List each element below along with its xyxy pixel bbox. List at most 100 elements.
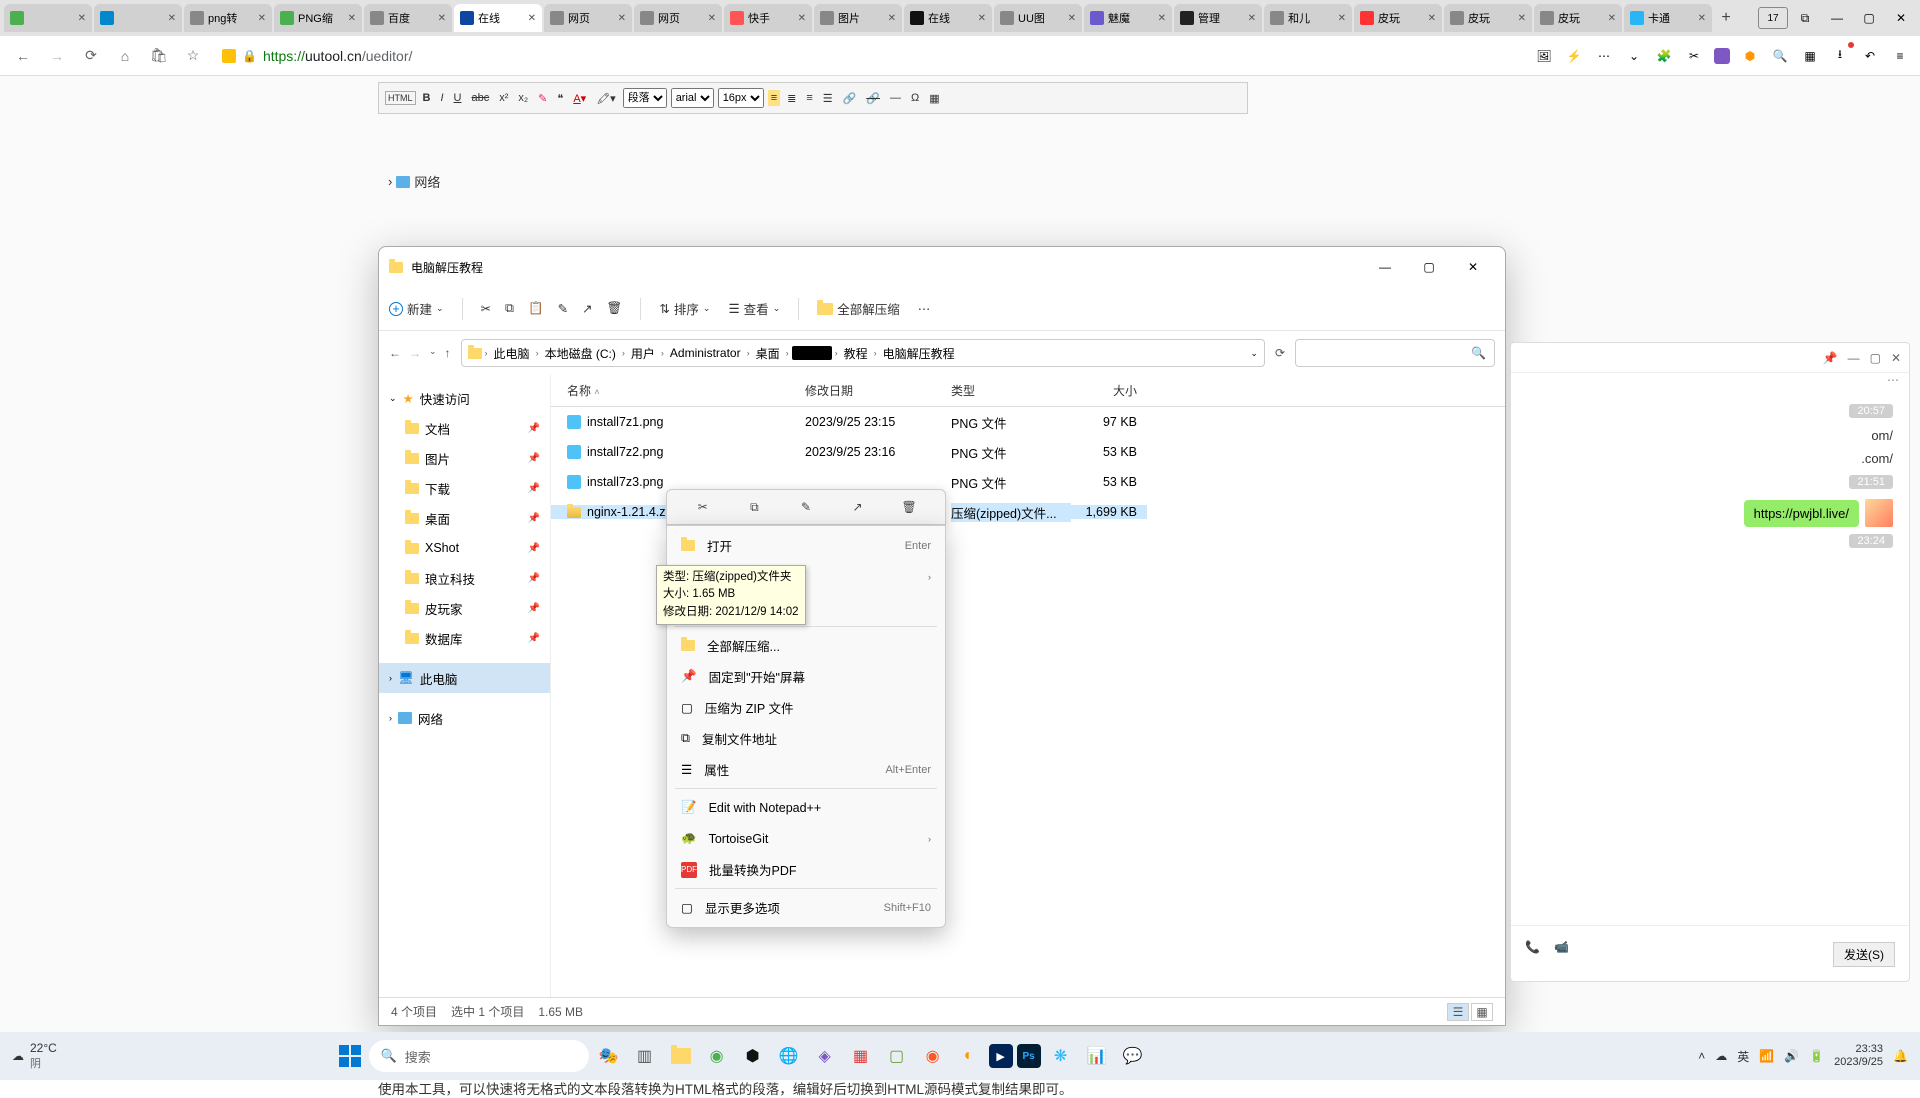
close-tab-icon[interactable]: ✕ — [888, 13, 896, 24]
delete-button[interactable]: 🗑 — [607, 301, 623, 316]
underline-button[interactable]: U — [451, 90, 465, 106]
breadcrumb-segment[interactable]: 电脑解压教程 — [880, 345, 958, 362]
browser-tab[interactable]: 网页✕ — [544, 4, 632, 32]
taskbar-search[interactable]: 🔍搜索 — [369, 1040, 589, 1072]
browser-tab[interactable]: ✕ — [94, 4, 182, 32]
sidebar-item[interactable]: 下载📌 — [379, 473, 550, 503]
sidebar-item[interactable]: XShot📌 — [379, 533, 550, 563]
undo-icon[interactable]: ↶ — [1860, 46, 1880, 66]
breadcrumb-segment[interactable]: 本地磁盘 (C:) — [542, 345, 619, 362]
browser-tab[interactable]: 魅魔✕ — [1084, 4, 1172, 32]
fontcolor-button[interactable]: A▾ — [570, 90, 589, 107]
flash-icon[interactable]: ⚡ — [1564, 46, 1584, 66]
sidebar-item[interactable]: 数据库📌 — [379, 623, 550, 653]
close-tab-icon[interactable]: ✕ — [1698, 13, 1706, 24]
col-size-header[interactable]: 大小 — [1071, 382, 1147, 399]
sidebar-item[interactable]: 图片📌 — [379, 443, 550, 473]
new-tab-button[interactable]: + — [1714, 6, 1738, 30]
browser-tab[interactable]: png转✕ — [184, 4, 272, 32]
breadcrumb-segment[interactable]: 此电脑 — [491, 345, 533, 362]
browser-tab[interactable]: 卡通✕ — [1624, 4, 1712, 32]
copy-button[interactable]: ⧉ — [743, 496, 765, 518]
paste-button[interactable]: 📋 — [528, 301, 544, 316]
close-button[interactable]: ✕ — [1451, 252, 1495, 282]
browser-tab[interactable]: ✕ — [4, 4, 92, 32]
ext-shield-icon[interactable]: ⬢ — [1740, 46, 1760, 66]
view-button[interactable]: ☰查看⌄ — [728, 299, 780, 318]
maximize-button[interactable]: ▢ — [1870, 351, 1881, 365]
task-terminal[interactable]: ▶ — [989, 1044, 1013, 1068]
superscript-button[interactable]: x² — [496, 90, 511, 106]
task-app-4[interactable]: ⬢ — [737, 1040, 769, 1072]
paragraph-select[interactable]: 段落 — [623, 88, 667, 108]
browser-tab[interactable]: 快手✕ — [724, 4, 812, 32]
sidebar-network[interactable]: › 网络 — [379, 703, 550, 733]
browser-tab[interactable]: 皮玩✕ — [1444, 4, 1532, 32]
table-button[interactable]: ▦ — [926, 90, 942, 107]
task-wechat[interactable]: 💬 — [1117, 1040, 1149, 1072]
view-thumbs-button[interactable]: ▦ — [1471, 1003, 1493, 1021]
task-app-9[interactable]: ❋ — [1045, 1040, 1077, 1072]
align-right-button[interactable]: ≡ — [803, 90, 815, 106]
close-tab-icon[interactable]: ✕ — [978, 13, 986, 24]
symbol-button[interactable]: Ω — [908, 90, 922, 106]
col-date-header[interactable]: 修改日期 — [805, 382, 951, 399]
tray-clock[interactable]: 23:33 2023/9/25 — [1834, 1043, 1883, 1069]
tray-battery-icon[interactable]: 🔋 — [1809, 1049, 1824, 1063]
maximize-button[interactable]: ▢ — [1407, 252, 1451, 282]
ext-search-icon[interactable]: 🔍 — [1770, 46, 1790, 66]
close-tab-icon[interactable]: ✕ — [438, 13, 446, 24]
ext-purple-icon[interactable] — [1714, 48, 1730, 64]
tray-chevron-icon[interactable]: ˄ — [1698, 1049, 1705, 1063]
ctx-pin-start[interactable]: 📌固定到"开始"屏幕 — [667, 661, 945, 692]
back-button[interactable]: ← — [10, 43, 36, 69]
highlight-button[interactable]: ✎ — [535, 90, 550, 107]
col-name-header[interactable]: 名称 ˄ — [551, 382, 805, 399]
html-button[interactable]: HTML — [385, 91, 416, 105]
close-tab-icon[interactable]: ✕ — [1518, 13, 1526, 24]
maximize-button[interactable]: ▢ — [1854, 7, 1884, 29]
task-app-1[interactable]: 🎭 — [593, 1040, 625, 1072]
breadcrumb-segment[interactable]: Administrator — [667, 346, 744, 360]
task-app-3[interactable]: ◉ — [701, 1040, 733, 1072]
browser-tab[interactable]: PNG缩✕ — [274, 4, 362, 32]
file-row[interactable]: install7z2.png2023/9/25 23:16PNG 文件53 KB — [551, 437, 1505, 467]
ctx-copy-path[interactable]: ⧉复制文件地址 — [667, 723, 945, 754]
browser-tab[interactable]: 皮玩✕ — [1534, 4, 1622, 32]
task-app-2[interactable]: ▥ — [629, 1040, 661, 1072]
ctx-compress-zip[interactable]: ▢压缩为 ZIP 文件 — [667, 692, 945, 723]
delete-button[interactable]: 🗑 — [898, 496, 920, 518]
link-button[interactable]: 🔗 — [840, 90, 860, 107]
rename-button[interactable]: ✎ — [795, 496, 817, 518]
close-tab-icon[interactable]: ✕ — [1068, 13, 1076, 24]
close-tab-icon[interactable]: ✕ — [1428, 13, 1436, 24]
download-icon[interactable]: ⭳ — [1830, 46, 1850, 66]
size-select[interactable]: 16px — [718, 88, 764, 108]
browser-tab[interactable]: 管理✕ — [1174, 4, 1262, 32]
editor-tree-item[interactable]: › 网络 — [388, 172, 440, 191]
explorer-titlebar[interactable]: 电脑解压教程 — ▢ ✕ — [379, 247, 1505, 287]
ctx-pdf[interactable]: PDF批量转换为PDF — [667, 854, 945, 885]
close-tab-icon[interactable]: ✕ — [168, 13, 176, 24]
history-chevron-icon[interactable]: ⌄ — [429, 346, 437, 360]
task-app-10[interactable]: 📊 — [1081, 1040, 1113, 1072]
backcolor-button[interactable]: 🖍▾ — [593, 90, 619, 107]
sidebar-item[interactable]: 琅立科技📌 — [379, 563, 550, 593]
sidebar-item[interactable]: 文档📌 — [379, 413, 550, 443]
task-explorer[interactable] — [665, 1040, 697, 1072]
task-app-7[interactable]: ◉ — [917, 1040, 949, 1072]
close-tab-icon[interactable]: ✕ — [348, 13, 356, 24]
call-icon[interactable]: 📞 — [1525, 940, 1540, 954]
browser-tab[interactable]: 网页✕ — [634, 4, 722, 32]
sort-button[interactable]: ⇅排序⌄ — [659, 299, 710, 318]
forward-button[interactable]: → — [44, 43, 70, 69]
minimize-button[interactable]: — — [1822, 7, 1852, 29]
close-tab-icon[interactable]: ✕ — [1248, 13, 1256, 24]
close-tab-icon[interactable]: ✕ — [78, 13, 86, 24]
sidebar-item[interactable]: 皮玩家📌 — [379, 593, 550, 623]
browser-tab[interactable]: 在线✕ — [454, 4, 542, 32]
new-button[interactable]: + 新建 ⌄ — [389, 299, 444, 318]
refresh-button[interactable]: ⟳ — [1275, 346, 1285, 360]
close-tab-icon[interactable]: ✕ — [708, 13, 716, 24]
video-icon[interactable]: 📹 — [1554, 940, 1569, 954]
